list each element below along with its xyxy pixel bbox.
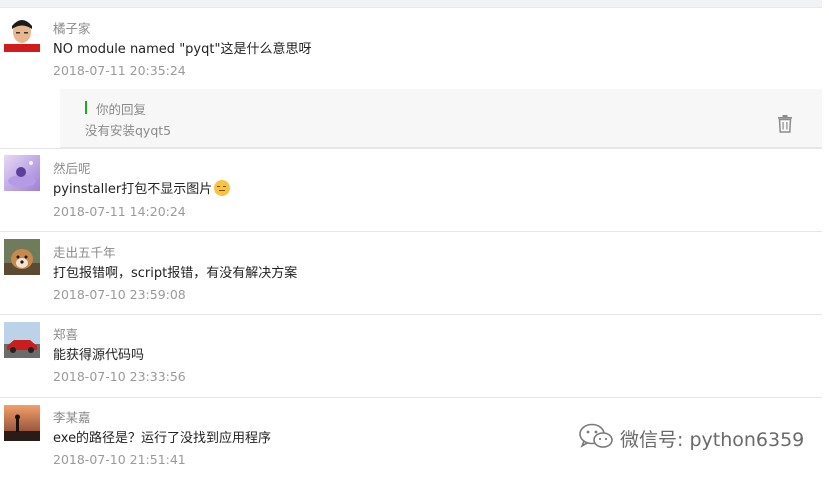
wechat-watermark: 微信号: python6359 [578,423,805,453]
pensive-face-emoji [214,180,231,196]
avatar[interactable] [4,405,40,441]
comment-item: 橘子家 NO module named "pyqt"这是什么意思呀 2018-0… [0,8,822,149]
comment-nickname: 走出五千年 [53,245,116,260]
trash-icon[interactable] [777,115,793,133]
comment-text: 打包报错啊，script报错，有没有解决方案 [53,266,298,281]
avatar[interactable] [4,322,40,358]
top-divider [0,0,822,8]
comment-date: 2018-07-11 14:20:24 [53,204,186,219]
comment-nickname: 郑喜 [53,327,79,342]
comment-text: 能获得源代码吗 [53,348,145,363]
avatar[interactable] [4,155,40,191]
author-reply: 你的回复 没有安装qyqt5 [60,89,822,148]
avatar[interactable] [4,16,40,52]
watermark-text: 微信号: python6359 [620,428,805,451]
avatar[interactable] [4,239,40,275]
comment-item: 然后呢 pyinstaller打包不显示图片 2018-07-11 14:20:… [0,148,822,232]
wechat-logo-icon [578,423,614,453]
comment-item: 郑喜 能获得源代码吗 2018-07-10 23:33:56 [0,314,822,398]
comment-nickname: 橘子家 [53,21,91,36]
comment-text: pyinstaller打包不显示图片 [53,178,231,197]
comment-nickname: 李某嘉 [53,410,91,425]
reply-label: 你的回复 [96,102,147,117]
comment-date: 2018-07-11 20:35:24 [53,63,186,78]
comment-nickname: 然后呢 [53,161,91,176]
comment-date: 2018-07-10 21:51:41 [53,452,186,467]
comment-text-content: pyinstaller打包不显示图片 [53,182,213,197]
reply-accent-bar [85,101,87,114]
comment-text: exe的路径是？运行了没找到应用程序 [53,431,272,446]
comment-text: NO module named "pyqt"这是什么意思呀 [53,42,312,57]
comment-date: 2018-07-10 23:33:56 [53,369,186,384]
comment-date: 2018-07-10 23:59:08 [53,287,186,302]
reply-text: 没有安装qyqt5 [85,123,172,138]
comment-item: 走出五千年 打包报错啊，script报错，有没有解决方案 2018-07-10 … [0,231,822,315]
